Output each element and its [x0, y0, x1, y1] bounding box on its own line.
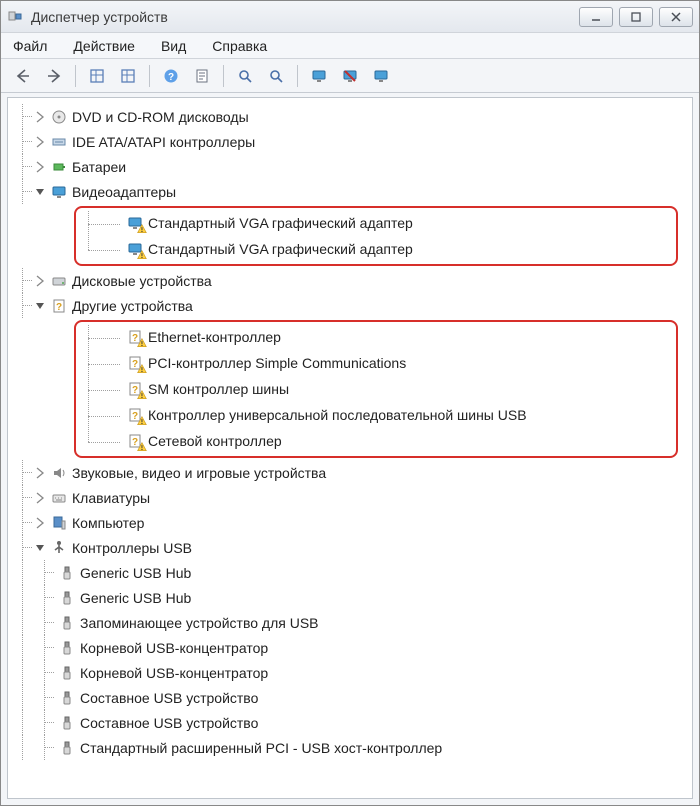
ide-icon — [50, 134, 68, 150]
properties-button[interactable] — [188, 63, 216, 89]
highlight-video: Стандартный VGA графический адаптер Стан… — [74, 206, 678, 266]
collapse-icon[interactable] — [32, 185, 46, 199]
tree-item-network[interactable]: Сетевой контроллер — [80, 428, 672, 454]
tree-item-dvd[interactable]: DVD и CD-ROM дисководы — [12, 104, 692, 129]
unknown-warn-icon — [126, 407, 144, 423]
keyboard-icon — [50, 490, 68, 506]
unknown-warn-icon — [126, 355, 144, 371]
close-button[interactable] — [659, 7, 693, 27]
minimize-button[interactable] — [579, 7, 613, 27]
collapse-icon[interactable] — [32, 541, 46, 555]
device-manager-window: Диспетчер устройств Файл Действие Вид Сп… — [0, 0, 700, 806]
tree-item-computer[interactable]: Компьютер — [12, 510, 692, 535]
unknown-icon — [50, 298, 68, 314]
tree-item-keyboards[interactable]: Клавиатуры — [12, 485, 692, 510]
usb-plug-icon — [58, 665, 76, 681]
tree-item-usb-composite-1[interactable]: Составное USB устройство — [12, 685, 692, 710]
tree-item-usb-storage[interactable]: Запоминающее устройство для USB — [12, 610, 692, 635]
tree-item-usb-root-1[interactable]: Корневой USB-концентратор — [12, 635, 692, 660]
menubar: Файл Действие Вид Справка — [1, 33, 699, 59]
menu-file[interactable]: Файл — [9, 36, 51, 56]
usb-plug-icon — [58, 590, 76, 606]
expand-icon[interactable] — [32, 466, 46, 480]
tree-item-usb[interactable]: Контроллеры USB — [12, 535, 692, 560]
tree-item-other[interactable]: Другие устройства — [12, 293, 692, 318]
usb-plug-icon — [58, 690, 76, 706]
usb-plug-icon — [58, 715, 76, 731]
app-icon — [7, 9, 25, 25]
expand-icon[interactable] — [32, 160, 46, 174]
window-title: Диспетчер устройств — [31, 9, 168, 25]
monitor-warn-icon — [126, 241, 144, 257]
disk-icon — [50, 273, 68, 289]
disable-button[interactable] — [336, 63, 364, 89]
tree-item-usb-host[interactable]: Стандартный расширенный PCI - USB хост-к… — [12, 735, 692, 760]
tree-item-usb-composite-2[interactable]: Составное USB устройство — [12, 710, 692, 735]
expand-icon[interactable] — [32, 491, 46, 505]
tree-item-pci-simple[interactable]: PCI-контроллер Simple Communications — [80, 350, 672, 376]
usb-plug-icon — [58, 740, 76, 756]
expand-icon[interactable] — [32, 516, 46, 530]
sound-icon — [50, 465, 68, 481]
toolbar — [1, 59, 699, 93]
tree-item-ide[interactable]: IDE ATA/ATAPI контроллеры — [12, 129, 692, 154]
titlebar[interactable]: Диспетчер устройств — [1, 1, 699, 33]
menu-action[interactable]: Действие — [69, 36, 139, 56]
update-driver-button[interactable] — [262, 63, 290, 89]
refresh-button[interactable] — [367, 63, 395, 89]
usb-plug-icon — [58, 565, 76, 581]
tree-item-usb-hub-2[interactable]: Generic USB Hub — [12, 585, 692, 610]
tree-item-disks[interactable]: Дисковые устройства — [12, 268, 692, 293]
unknown-warn-icon — [126, 381, 144, 397]
tree-item-ethernet[interactable]: Ethernet-контроллер — [80, 324, 672, 350]
maximize-button[interactable] — [619, 7, 653, 27]
monitor-warn-icon — [126, 215, 144, 231]
expand-icon[interactable] — [32, 110, 46, 124]
computer-icon — [50, 515, 68, 531]
disc-icon — [50, 109, 68, 125]
help-button[interactable] — [157, 63, 185, 89]
scan-hardware-button[interactable] — [231, 63, 259, 89]
collapse-icon[interactable] — [32, 299, 46, 313]
usb-plug-icon — [58, 615, 76, 631]
tree-item-vga-1[interactable]: Стандартный VGA графический адаптер — [80, 210, 672, 236]
uninstall-button[interactable] — [305, 63, 333, 89]
tree-item-video-adapters[interactable]: Видеоадаптеры — [12, 179, 692, 204]
usb-icon — [50, 540, 68, 556]
menu-view[interactable]: Вид — [157, 36, 190, 56]
tree-item-usb-controller[interactable]: Контроллер универсальной последовательно… — [80, 402, 672, 428]
unknown-warn-icon — [126, 433, 144, 449]
tree-item-sound[interactable]: Звуковые, видео и игровые устройства — [12, 460, 692, 485]
highlight-other: Ethernet-контроллер PCI-контроллер Simpl… — [74, 320, 678, 458]
battery-icon — [50, 159, 68, 175]
tree-item-usb-hub-1[interactable]: Generic USB Hub — [12, 560, 692, 585]
expand-icon[interactable] — [32, 135, 46, 149]
show-hidden-button[interactable] — [83, 63, 111, 89]
expand-icon[interactable] — [32, 274, 46, 288]
tree-item-sm-bus[interactable]: SM контроллер шины — [80, 376, 672, 402]
menu-help[interactable]: Справка — [208, 36, 271, 56]
tree-item-usb-root-2[interactable]: Корневой USB-концентратор — [12, 660, 692, 685]
content-area: DVD и CD-ROM дисководы IDE ATA/ATAPI кон… — [1, 93, 699, 805]
forward-button[interactable] — [40, 63, 68, 89]
usb-plug-icon — [58, 640, 76, 656]
back-button[interactable] — [9, 63, 37, 89]
unknown-warn-icon — [126, 329, 144, 345]
device-tree[interactable]: DVD и CD-ROM дисководы IDE ATA/ATAPI кон… — [7, 97, 693, 799]
tree-item-vga-2[interactable]: Стандартный VGA графический адаптер — [80, 236, 672, 262]
monitor-icon — [50, 184, 68, 200]
tree-item-batteries[interactable]: Батареи — [12, 154, 692, 179]
view-button[interactable] — [114, 63, 142, 89]
